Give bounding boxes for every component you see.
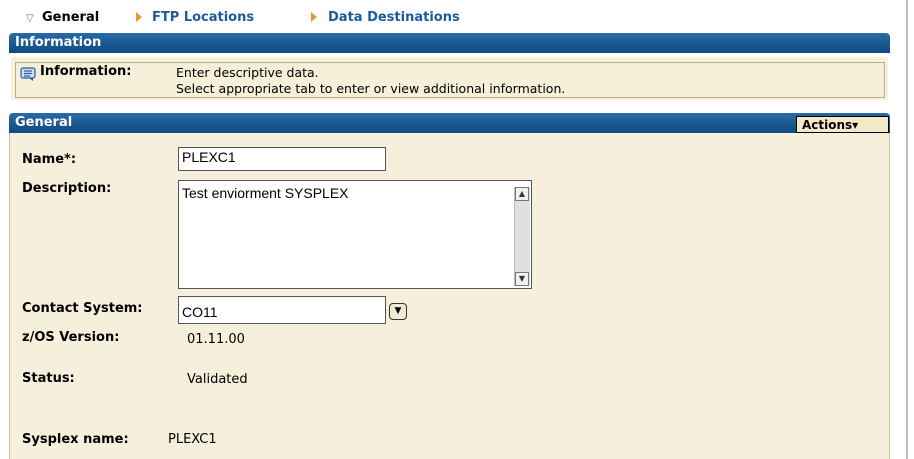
information-label: Information: bbox=[40, 64, 132, 79]
information-header: Information bbox=[9, 33, 890, 53]
zos-version-value: 01.11.00 bbox=[187, 332, 245, 347]
tab-separator-arrow-icon bbox=[311, 12, 317, 22]
sysplex-name-value: PLEXC1 bbox=[168, 432, 217, 447]
information-line-2: Select appropriate tab to enter or view … bbox=[176, 81, 566, 96]
scroll-down-icon[interactable]: ▼ bbox=[515, 272, 529, 286]
description-scrollbar[interactable]: ▲ ▼ bbox=[514, 187, 530, 286]
tab-general[interactable]: General bbox=[42, 10, 99, 25]
contact-system-select[interactable]: CO11 bbox=[178, 296, 386, 324]
status-value: Validated bbox=[187, 372, 248, 387]
description-label: Description: bbox=[22, 181, 112, 196]
divider bbox=[906, 0, 908, 459]
description-text: Test enviorment SYSPLEX bbox=[182, 185, 349, 201]
description-textarea[interactable]: Test enviorment SYSPLEX bbox=[178, 180, 532, 289]
zos-version-label: z/OS Version: bbox=[22, 330, 120, 345]
sysplex-name-label: Sysplex name: bbox=[22, 432, 129, 447]
tab-ftp-locations[interactable]: FTP Locations bbox=[152, 10, 254, 25]
name-label: Name*: bbox=[22, 152, 77, 167]
tab-bar: ▽ General FTP Locations Data Destination… bbox=[0, 0, 914, 30]
tab-data-destinations[interactable]: Data Destinations bbox=[328, 10, 460, 25]
general-header: General bbox=[9, 113, 890, 133]
information-icon bbox=[20, 67, 36, 81]
name-input[interactable]: PLEXC1 bbox=[178, 147, 386, 171]
information-line-1: Enter descriptive data. bbox=[176, 65, 319, 80]
tab-separator-arrow-icon bbox=[136, 12, 142, 22]
chevron-down-icon[interactable]: ▼ bbox=[389, 303, 407, 320]
status-label: Status: bbox=[22, 371, 75, 386]
contact-system-label: Contact System: bbox=[22, 301, 143, 316]
collapse-triangle-icon[interactable]: ▽ bbox=[26, 13, 34, 24]
scroll-up-icon[interactable]: ▲ bbox=[515, 187, 529, 201]
actions-dropdown-button[interactable]: Actions▾ bbox=[796, 116, 889, 133]
